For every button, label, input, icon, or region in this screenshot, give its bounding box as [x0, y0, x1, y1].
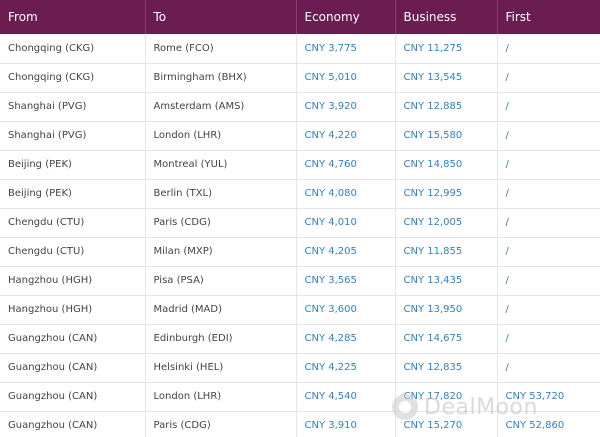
- table-row: Guangzhou (CAN) Paris (CDG) CNY 3,910 CN…: [0, 411, 600, 437]
- cell-first: /: [497, 92, 600, 122]
- cell-from: Chengdu (CTU): [0, 208, 146, 238]
- cell-first: /: [497, 150, 600, 180]
- cell-from: Shanghai (PVG): [0, 92, 146, 122]
- table-row: Shanghai (PVG) London (LHR) CNY 4,220 CN…: [0, 121, 600, 151]
- fare-table-header: From To Economy Business First: [0, 0, 600, 34]
- cell-to: Montreal (YUL): [145, 150, 297, 180]
- cell-first: /: [497, 34, 600, 64]
- cell-first: /: [497, 295, 600, 325]
- cell-economy: CNY 4,010: [296, 208, 396, 238]
- cell-to: Madrid (MAD): [145, 295, 297, 325]
- cell-first: /: [497, 63, 600, 93]
- fare-table-container: From To Economy Business First Chongqing…: [0, 0, 600, 437]
- cell-business: CNY 11,855: [395, 237, 498, 267]
- cell-first: /: [497, 237, 600, 267]
- cell-first: /: [497, 121, 600, 151]
- cell-first: CNY 52,860: [497, 411, 600, 437]
- cell-from: Hangzhou (HGH): [0, 266, 146, 296]
- cell-from: Guangzhou (CAN): [0, 382, 146, 412]
- cell-business: CNY 14,850: [395, 150, 498, 180]
- table-row: Beijing (PEK) Montreal (YUL) CNY 4,760 C…: [0, 150, 600, 180]
- cell-economy: CNY 5,010: [296, 63, 396, 93]
- cell-economy: CNY 3,565: [296, 266, 396, 296]
- cell-economy: CNY 3,920: [296, 92, 396, 122]
- cell-economy: CNY 4,760: [296, 150, 396, 180]
- cell-business: CNY 14,675: [395, 324, 498, 354]
- table-row: Guangzhou (CAN) Edinburgh (EDI) CNY 4,28…: [0, 324, 600, 354]
- cell-business: CNY 15,580: [395, 121, 498, 151]
- cell-from: Chongqing (CKG): [0, 34, 146, 64]
- cell-first: /: [497, 353, 600, 383]
- cell-from: Beijing (PEK): [0, 179, 146, 209]
- cell-business: CNY 12,005: [395, 208, 498, 238]
- table-row: Chengdu (CTU) Paris (CDG) CNY 4,010 CNY …: [0, 208, 600, 238]
- table-row: Chengdu (CTU) Milan (MXP) CNY 4,205 CNY …: [0, 237, 600, 267]
- cell-first: /: [497, 208, 600, 238]
- cell-business: CNY 13,545: [395, 63, 498, 93]
- table-row: Chongqing (CKG) Rome (FCO) CNY 3,775 CNY…: [0, 34, 600, 64]
- cell-business: CNY 11,275: [395, 34, 498, 64]
- fare-table: From To Economy Business First Chongqing…: [0, 0, 600, 437]
- cell-to: Amsterdam (AMS): [145, 92, 297, 122]
- header-to: To: [145, 0, 297, 34]
- table-row: Hangzhou (HGH) Madrid (MAD) CNY 3,600 CN…: [0, 295, 600, 325]
- cell-first: /: [497, 266, 600, 296]
- cell-business: CNY 12,885: [395, 92, 498, 122]
- cell-from: Chongqing (CKG): [0, 63, 146, 93]
- header-economy: Economy: [296, 0, 396, 34]
- fare-table-body: Chongqing (CKG) Rome (FCO) CNY 3,775 CNY…: [0, 34, 600, 437]
- cell-economy: CNY 4,540: [296, 382, 396, 412]
- table-row: Hangzhou (HGH) Pisa (PSA) CNY 3,565 CNY …: [0, 266, 600, 296]
- cell-economy: CNY 4,205: [296, 237, 396, 267]
- cell-to: Edinburgh (EDI): [145, 324, 297, 354]
- cell-from: Guangzhou (CAN): [0, 353, 146, 383]
- cell-to: Berlin (TXL): [145, 179, 297, 209]
- cell-to: London (LHR): [145, 382, 297, 412]
- cell-business: CNY 12,995: [395, 179, 498, 209]
- header-from: From: [0, 0, 146, 34]
- cell-to: Paris (CDG): [145, 411, 297, 437]
- cell-economy: CNY 3,775: [296, 34, 396, 64]
- cell-business: CNY 15,270: [395, 411, 498, 437]
- table-row: Beijing (PEK) Berlin (TXL) CNY 4,080 CNY…: [0, 179, 600, 209]
- cell-from: Guangzhou (CAN): [0, 411, 146, 437]
- table-row: Guangzhou (CAN) London (LHR) CNY 4,540 C…: [0, 382, 600, 412]
- cell-to: Birmingham (BHX): [145, 63, 297, 93]
- cell-from: Chengdu (CTU): [0, 237, 146, 267]
- cell-economy: CNY 4,080: [296, 179, 396, 209]
- cell-economy: CNY 4,225: [296, 353, 396, 383]
- cell-economy: CNY 4,285: [296, 324, 396, 354]
- cell-to: Paris (CDG): [145, 208, 297, 238]
- cell-business: CNY 17,820: [395, 382, 498, 412]
- cell-economy: CNY 3,910: [296, 411, 396, 437]
- cell-to: Pisa (PSA): [145, 266, 297, 296]
- cell-business: CNY 13,435: [395, 266, 498, 296]
- cell-from: Hangzhou (HGH): [0, 295, 146, 325]
- table-row: Chongqing (CKG) Birmingham (BHX) CNY 5,0…: [0, 63, 600, 93]
- cell-first: /: [497, 179, 600, 209]
- cell-first: CNY 53,720: [497, 382, 600, 412]
- header-business: Business: [395, 0, 498, 34]
- cell-to: Helsinki (HEL): [145, 353, 297, 383]
- cell-first: /: [497, 324, 600, 354]
- cell-to: London (LHR): [145, 121, 297, 151]
- cell-from: Shanghai (PVG): [0, 121, 146, 151]
- cell-to: Rome (FCO): [145, 34, 297, 64]
- cell-business: CNY 12,835: [395, 353, 498, 383]
- cell-economy: CNY 4,220: [296, 121, 396, 151]
- cell-economy: CNY 3,600: [296, 295, 396, 325]
- table-row: Shanghai (PVG) Amsterdam (AMS) CNY 3,920…: [0, 92, 600, 122]
- table-row: Guangzhou (CAN) Helsinki (HEL) CNY 4,225…: [0, 353, 600, 383]
- cell-business: CNY 13,950: [395, 295, 498, 325]
- cell-from: Guangzhou (CAN): [0, 324, 146, 354]
- header-first: First: [497, 0, 600, 34]
- cell-to: Milan (MXP): [145, 237, 297, 267]
- cell-from: Beijing (PEK): [0, 150, 146, 180]
- header-row: From To Economy Business First: [0, 0, 600, 34]
